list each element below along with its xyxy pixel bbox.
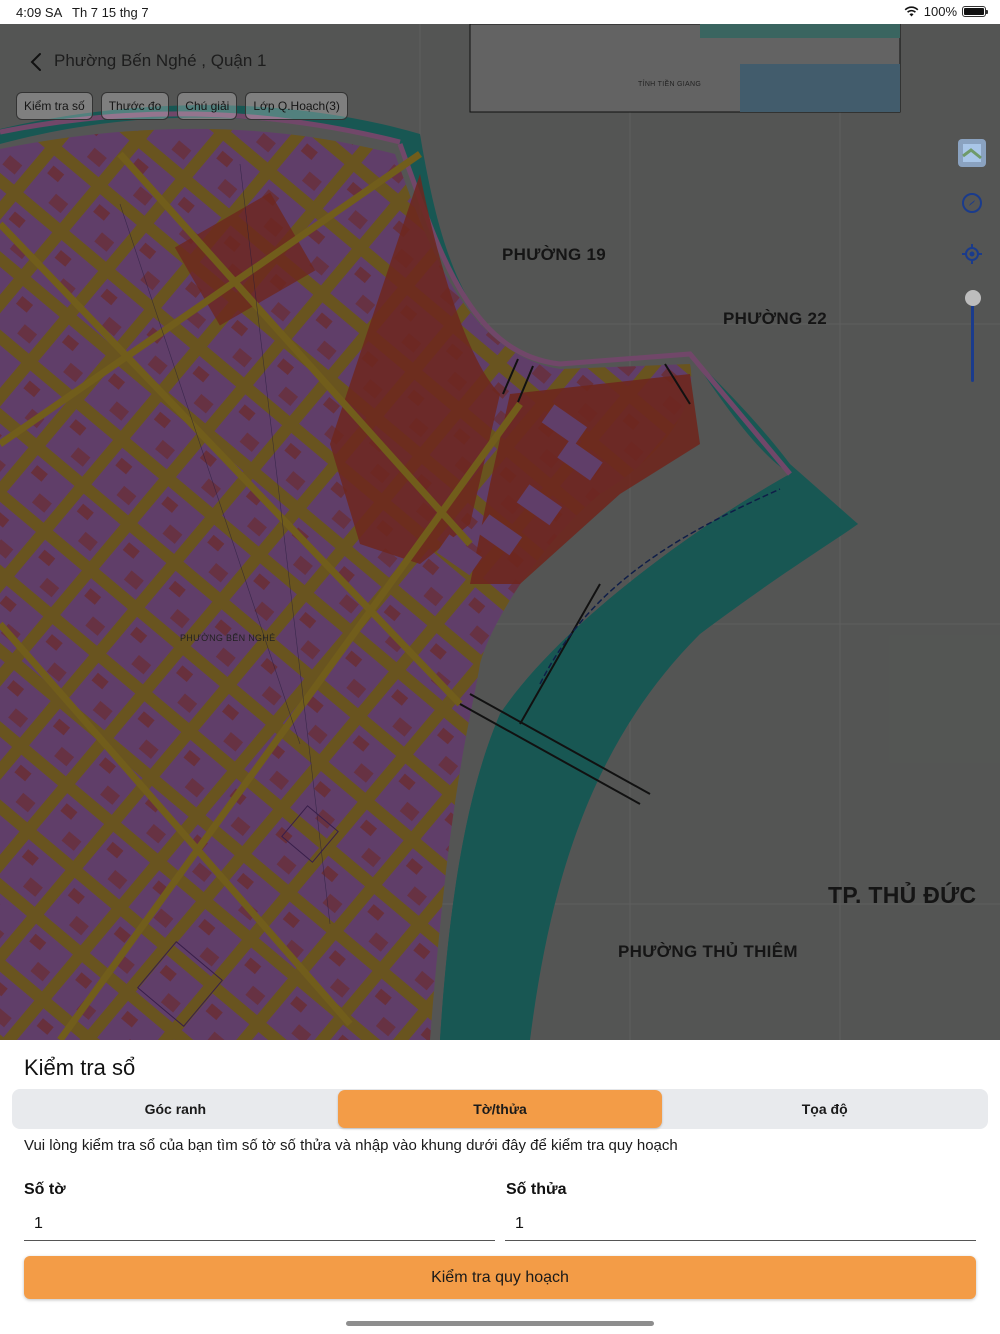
map-view[interactable]: PHƯỜNG 19 PHƯỜNG 22 TP. THỦ ĐỨC PHƯỜNG T…: [0, 24, 1000, 1040]
so-thua-field-wrapper: [505, 1212, 986, 1241]
page-title: Phường Bến Nghé , Quận 1: [54, 51, 267, 70]
chip-lop-quy-hoach[interactable]: Lớp Q.Hoạch(3): [245, 92, 348, 120]
map-label-phuong-22: PHƯỜNG 22: [723, 309, 828, 328]
back-button[interactable]: [26, 51, 48, 73]
map-label-tp-thu-duc: TP. THỦ ĐỨC: [828, 882, 977, 908]
bottom-sheet: Kiểm tra sổ Góc ranh Tờ/thửa Tọa độ Vui …: [0, 1040, 1000, 1334]
map-label-ben-nghe: PHƯỜNG BẾN NGHÉ: [180, 633, 276, 643]
check-planning-button[interactable]: Kiểm tra quy hoạch: [24, 1256, 976, 1299]
so-to-input[interactable]: [24, 1212, 505, 1236]
battery-percent: 100%: [923, 4, 957, 19]
battery-icon: [962, 6, 988, 17]
chip-thuoc-do[interactable]: Thước đo: [100, 92, 170, 120]
status-bar: 4:09 SA Th 7 15 thg 7 100%: [0, 0, 1000, 24]
locate-button[interactable]: [958, 240, 986, 268]
tab-goc-ranh[interactable]: Góc ranh: [13, 1090, 338, 1128]
map-toolbar: Kiểm tra số Thước đo Chú giải Lớp Q.Hoạc…: [16, 92, 348, 120]
layers-icon: [962, 144, 982, 162]
so-to-label: Số tờ: [24, 1181, 66, 1198]
zoom-slider-knob[interactable]: [965, 290, 981, 306]
compass-button[interactable]: [958, 189, 986, 217]
so-thua-label: Số thửa: [506, 1181, 567, 1198]
zoom-slider[interactable]: [971, 304, 974, 382]
map-label-tien-giang: TỈNH TIỀN GIANG: [638, 81, 702, 88]
map-label-phuong-19: PHƯỜNG 19: [502, 245, 607, 264]
instruction-text: Vui lòng kiểm tra sổ của bạn tìm số tờ s…: [24, 1137, 678, 1154]
wifi-icon: [904, 6, 919, 17]
so-thua-input[interactable]: [505, 1212, 986, 1236]
map-label-thu-thiem: PHƯỜNG THỦ THIÊM: [618, 942, 798, 961]
home-indicator[interactable]: [346, 1321, 654, 1326]
so-to-field-wrapper: [24, 1212, 505, 1241]
locate-icon: [962, 244, 982, 264]
sheet-title: Kiểm tra sổ: [24, 1055, 136, 1080]
status-right: 100%: [904, 4, 988, 19]
status-date: Th 7 15 thg 7: [72, 5, 149, 20]
tab-toa-do[interactable]: Tọa độ: [662, 1090, 987, 1128]
chevron-left-icon: [30, 53, 41, 71]
compass-icon: [962, 193, 982, 213]
tab-to-thua[interactable]: Tờ/thửa: [337, 1090, 663, 1128]
chip-chu-giai[interactable]: Chú giải: [177, 92, 238, 120]
mode-segmented-control: Góc ranh Tờ/thửa Tọa độ: [12, 1089, 988, 1129]
status-time: 4:09 SA: [16, 5, 63, 20]
layers-button[interactable]: [958, 139, 986, 167]
chip-kiem-tra-so[interactable]: Kiểm tra số: [16, 92, 93, 120]
